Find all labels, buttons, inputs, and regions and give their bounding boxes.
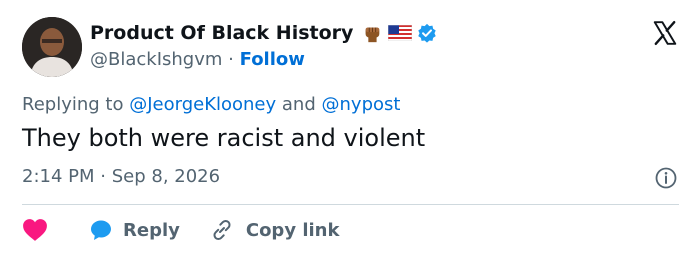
heart-icon bbox=[23, 219, 47, 241]
author-handle[interactable]: @BlackIshgvm bbox=[90, 49, 222, 70]
author-display-name[interactable]: Product Of Black History bbox=[90, 22, 353, 44]
copy-link-label: Copy link bbox=[245, 219, 340, 241]
reply-label: Reply bbox=[123, 219, 180, 241]
x-logo-icon[interactable] bbox=[652, 20, 678, 46]
mention-link[interactable]: @nypost bbox=[322, 94, 401, 115]
like-button[interactable] bbox=[22, 218, 48, 242]
handle-separator: · bbox=[228, 49, 234, 70]
conjunction-text: and bbox=[281, 94, 316, 115]
raised-fist-icon bbox=[366, 27, 380, 43]
tweet-text: They both were racist and violent bbox=[22, 124, 426, 152]
replying-to-line: Replying to @JeorgeKlooney and @nypost bbox=[22, 94, 400, 115]
replying-to-label: Replying to bbox=[22, 94, 124, 115]
copy-link-button[interactable]: Copy link bbox=[210, 218, 340, 242]
author-name-row: Product Of Black History bbox=[90, 22, 437, 44]
action-bar: Reply Copy link bbox=[22, 218, 339, 242]
tweet-time: 2:14 PM bbox=[22, 166, 95, 187]
avatar[interactable] bbox=[22, 17, 82, 77]
verified-badge-icon bbox=[418, 23, 437, 43]
avatar-image bbox=[22, 17, 82, 77]
tweet-timestamp[interactable]: 2:14 PM · Sep 8, 2026 bbox=[22, 166, 220, 187]
reply-button[interactable]: Reply bbox=[89, 218, 180, 242]
info-icon[interactable] bbox=[654, 166, 678, 190]
mention-link[interactable]: @JeorgeKlooney bbox=[129, 94, 276, 115]
tweet-date: Sep 8, 2026 bbox=[111, 166, 221, 187]
author-handle-row: @BlackIshgvm · Follow bbox=[90, 49, 305, 70]
divider bbox=[22, 204, 679, 205]
us-flag-icon bbox=[388, 25, 413, 41]
link-icon bbox=[213, 219, 231, 241]
speech-bubble-icon bbox=[91, 220, 111, 240]
follow-button[interactable]: Follow bbox=[240, 49, 305, 70]
timestamp-separator: · bbox=[100, 166, 106, 187]
